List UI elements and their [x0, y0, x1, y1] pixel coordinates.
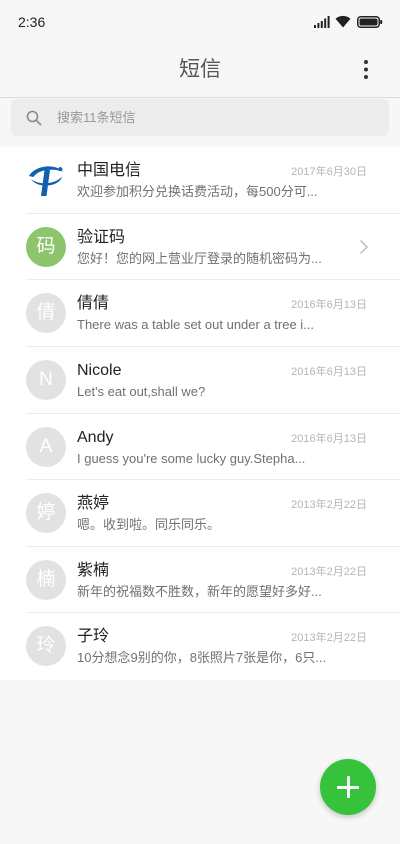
conversation-list: 中国电信 2017年6月30日 欢迎参加积分兑换话费活动，每500分可... 码… — [0, 147, 400, 680]
status-bar: 2:36 — [0, 0, 400, 44]
message-date: 2016年6月13日 — [291, 432, 367, 445]
contact-name: Andy — [77, 428, 114, 446]
chevron-right-icon — [360, 239, 368, 254]
contact-name: 验证码 — [77, 228, 126, 246]
page-title: 短信 — [179, 58, 221, 81]
contact-name: 中国电信 — [77, 162, 142, 179]
message-date: 2013年2月22日 — [291, 499, 367, 512]
app-header: 短信 — [0, 44, 400, 98]
search-input[interactable]: 搜索11条短信 — [11, 99, 389, 136]
message-preview: 新年的祝福数不胜数，新年的愿望好多好... — [77, 583, 322, 599]
message-date: 2016年6月13日 — [291, 299, 367, 312]
avatar — [26, 160, 66, 200]
status-time: 2:36 — [18, 14, 46, 30]
avatar: N — [26, 359, 66, 400]
conversation-item[interactable]: 码 验证码 您好！您的网上营业厅登录的随机密码为... — [0, 214, 400, 281]
message-preview: 嗯。收到啦。同乐同乐。 — [77, 517, 221, 533]
plus-icon-vertical — [346, 776, 350, 798]
avatar: 码 — [26, 226, 66, 267]
conversation-item[interactable]: 楠 紫楠 2013年2月22日 新年的祝福数不胜数，新年的愿望好多好... — [0, 547, 400, 614]
signal-icon — [314, 16, 330, 28]
search-icon — [26, 110, 42, 126]
message-preview: 10分想念9别的你，8张照片7张是你，6只... — [77, 650, 327, 666]
battery-icon — [357, 16, 383, 28]
message-preview: 欢迎参加积分兑换话费活动，每500分可... — [77, 184, 318, 199]
wifi-icon — [335, 15, 351, 28]
more-menu-button[interactable] — [356, 58, 376, 82]
contact-name: 燕婷 — [77, 495, 110, 513]
message-preview: 您好！您的网上营业厅登录的随机密码为... — [77, 250, 322, 266]
china-telecom-logo-icon — [26, 160, 66, 200]
avatar: 倩 — [26, 293, 66, 334]
message-date: 2017年6月30日 — [291, 166, 367, 178]
conversation-item[interactable]: 倩 倩倩 2016年6月13日 There was a table set ou… — [0, 280, 400, 347]
message-date: 2013年2月22日 — [291, 565, 367, 578]
conversation-item[interactable]: 中国电信 2017年6月30日 欢迎参加积分兑换话费活动，每500分可... — [0, 147, 400, 214]
message-date: 2016年6月13日 — [291, 365, 367, 378]
conversation-item[interactable]: N Nicole 2016年6月13日 Let's eat out,shall … — [0, 347, 400, 414]
message-preview: There was a table set out under a tree i… — [77, 317, 315, 333]
search-placeholder: 搜索11条短信 — [57, 110, 136, 125]
contact-name: 子玲 — [77, 628, 110, 646]
new-message-button[interactable] — [320, 759, 376, 815]
conversation-item[interactable]: 婷 燕婷 2013年2月22日 嗯。收到啦。同乐同乐。 — [0, 480, 400, 547]
contact-name: 紫楠 — [77, 561, 110, 579]
conversation-item[interactable]: 玲 子玲 2013年2月22日 10分想念9别的你，8张照片7张是你，6只... — [0, 613, 400, 680]
message-preview: I guess you're some lucky guy.Stepha... — [77, 450, 306, 466]
conversation-item[interactable]: A Andy 2016年6月13日 I guess you're some lu… — [0, 414, 400, 481]
message-date: 2013年2月22日 — [291, 632, 367, 645]
contact-name: Nicole — [77, 361, 122, 379]
avatar: 婷 — [26, 493, 66, 534]
avatar: 玲 — [26, 626, 66, 667]
avatar: A — [26, 426, 66, 467]
message-preview: Let's eat out,shall we? — [77, 383, 206, 399]
contact-name: 倩倩 — [77, 295, 110, 313]
avatar: 楠 — [26, 559, 66, 600]
more-vertical-icon — [364, 60, 368, 79]
